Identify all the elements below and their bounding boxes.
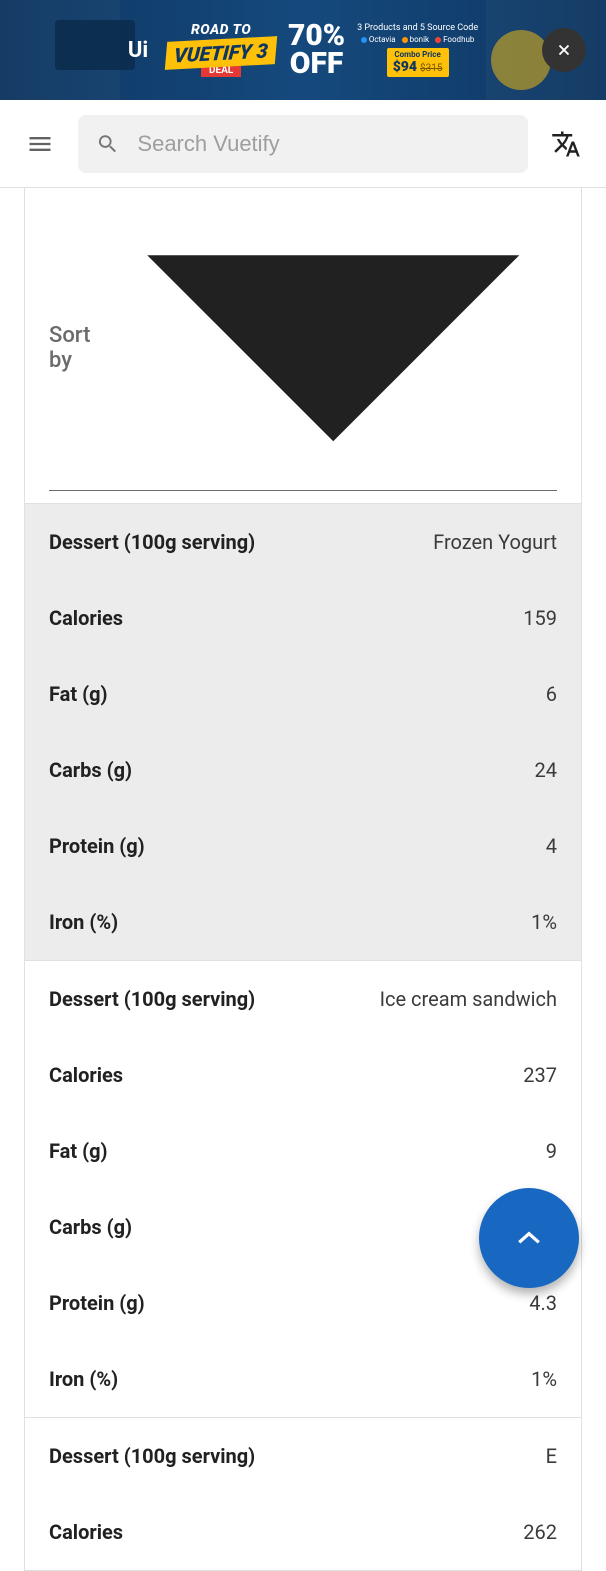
field-carbs-value: 24 [535, 758, 557, 782]
field-carbs-label: Carbs (g) [49, 758, 132, 782]
chevron-down-icon [110, 218, 557, 478]
translate-icon [551, 129, 581, 159]
field-dessert-value: Frozen Yogurt [433, 530, 557, 554]
scroll-to-top-button[interactable] [479, 1188, 579, 1288]
table-row: Dessert (100g serving) Ice cream sandwic… [25, 960, 581, 1417]
field-calories-label: Calories [49, 1063, 123, 1087]
search-icon [96, 131, 119, 157]
field-dessert-label: Dessert (100g serving) [49, 987, 255, 1011]
field-protein-label: Protein (g) [49, 1291, 145, 1315]
app-toolbar [0, 100, 606, 188]
chevron-up-icon [516, 1230, 542, 1246]
banner-close-button[interactable] [542, 28, 586, 72]
banner-price: $94 [393, 59, 417, 75]
banner-price-box: Combo Price $94$315 [387, 48, 449, 77]
field-iron-label: Iron (%) [49, 910, 118, 934]
field-fat-label: Fat (g) [49, 682, 108, 706]
field-protein-value: 4.3 [529, 1291, 557, 1315]
banner-decor-circle [491, 30, 551, 90]
brand-octavia: Octavia [369, 35, 396, 44]
banner-vuetify3: VUETIFY 3 [165, 36, 277, 70]
banner-right-col: 3 Products and 5 Source Code Octavia bon… [357, 23, 478, 77]
banner-logo: Ui [128, 38, 148, 63]
hamburger-icon [26, 130, 54, 158]
field-calories-value: 262 [523, 1520, 557, 1544]
field-dessert-label: Dessert (100g serving) [49, 1444, 255, 1468]
banner-combo-label: Combo Price [393, 50, 443, 59]
field-protein-value: 4 [546, 834, 557, 858]
table-row: Dessert (100g serving) E Calories 262 [25, 1417, 581, 1570]
banner-old-price: $315 [420, 63, 442, 74]
banner-brands: Octavia bonik Foodhub [361, 35, 475, 44]
field-fat-value: 9 [546, 1139, 557, 1163]
banner-percent: 70% OFF [288, 22, 345, 79]
close-icon [555, 41, 573, 59]
banner-decor-shape [55, 20, 135, 70]
banner-roadto: ROAD TO [191, 23, 251, 37]
field-calories-label: Calories [49, 1520, 123, 1544]
field-dessert-value: Ice cream sandwich [380, 987, 557, 1011]
field-calories-value: 237 [523, 1063, 557, 1087]
banner-off: OFF [288, 50, 345, 79]
field-protein-label: Protein (g) [49, 834, 145, 858]
search-field[interactable] [78, 115, 528, 173]
banner-title-block: ROAD TO VUETIFY 3 DEAL [166, 23, 276, 77]
data-card: Sort by Dessert (100g serving) Frozen Yo… [24, 188, 582, 1571]
field-dessert-value: E [546, 1444, 557, 1468]
field-calories-label: Calories [49, 606, 123, 630]
brand-bonik: bonik [410, 35, 429, 44]
promo-banner[interactable]: Ui ROAD TO VUETIFY 3 DEAL 70% OFF 3 Prod… [0, 0, 606, 100]
banner-products-line: 3 Products and 5 Source Code [357, 23, 478, 33]
field-calories-value: 159 [523, 606, 557, 630]
search-input[interactable] [137, 131, 510, 157]
field-dessert-label: Dessert (100g serving) [49, 530, 255, 554]
table-row: Dessert (100g serving) Frozen Yogurt Cal… [25, 503, 581, 960]
translate-button[interactable] [542, 120, 590, 168]
sort-select[interactable]: Sort by [49, 196, 557, 491]
brand-foodhub: Foodhub [443, 35, 474, 44]
sort-label: Sort by [49, 323, 110, 373]
field-iron-value: 1% [531, 1367, 557, 1391]
field-iron-value: 1% [531, 910, 557, 934]
field-iron-label: Iron (%) [49, 1367, 118, 1391]
field-fat-label: Fat (g) [49, 1139, 108, 1163]
page-content: Sort by Dessert (100g serving) Frozen Yo… [0, 188, 606, 1571]
menu-button[interactable] [16, 120, 64, 168]
field-fat-value: 6 [546, 682, 557, 706]
field-carbs-label: Carbs (g) [49, 1215, 132, 1239]
